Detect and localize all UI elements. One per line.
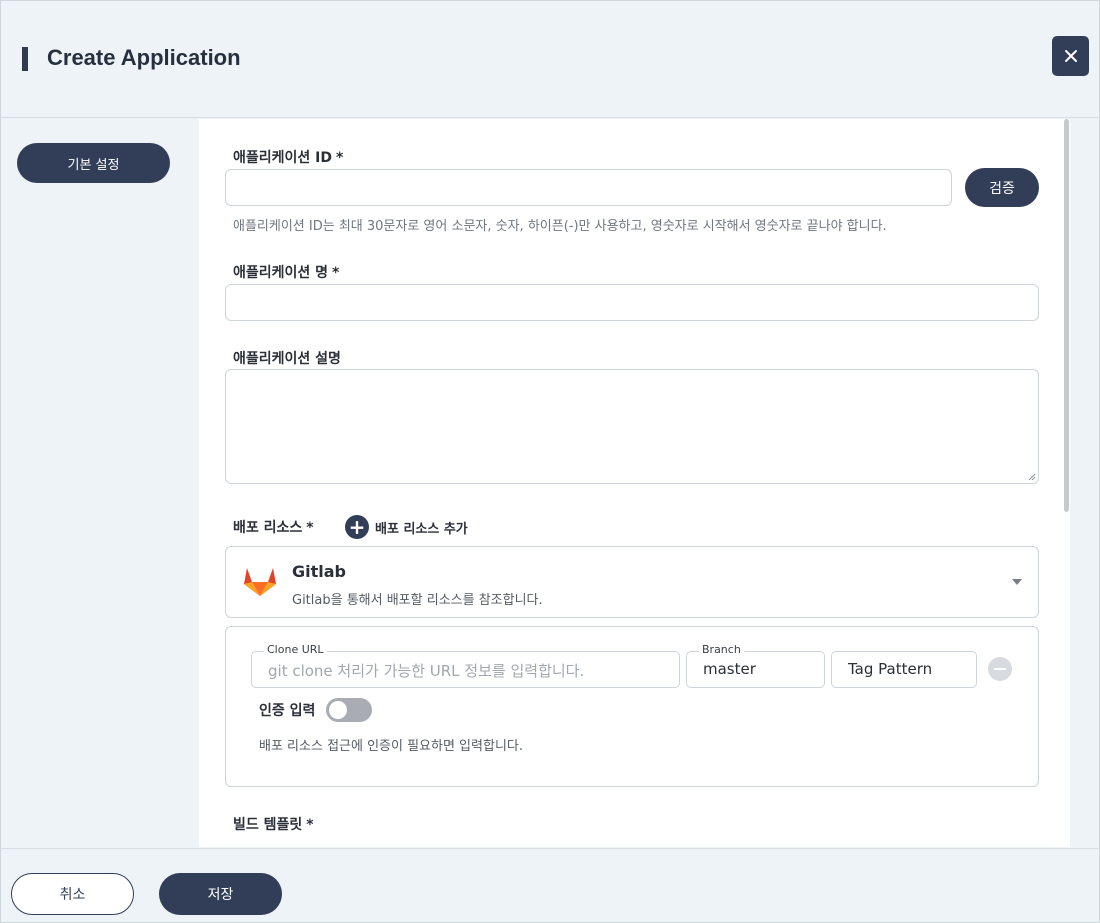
- auth-hint: 배포 리소스 접근에 인증이 필요하면 입력합니다.: [259, 739, 523, 754]
- app-id-input[interactable]: [225, 169, 952, 206]
- source-description: Gitlab을 통해서 배포할 리소스를 참조합니다.: [292, 593, 543, 608]
- close-icon: [1064, 50, 1077, 62]
- app-name-input[interactable]: [225, 284, 1039, 321]
- scroll-thumb[interactable]: [1064, 119, 1069, 512]
- sidebar: 기본 설정: [1, 119, 199, 849]
- add-deploy-resource-button[interactable]: + 배포 리소스 추가: [345, 515, 468, 539]
- gitlab-icon: [244, 568, 276, 596]
- required-mark: *: [332, 265, 340, 281]
- required-mark: *: [306, 817, 314, 833]
- app-id-label: 애플리케이션 ID *: [233, 147, 343, 167]
- sidebar-item-basic-settings[interactable]: 기본 설정: [17, 143, 170, 183]
- tag-pattern-field[interactable]: Tag Pattern: [831, 651, 977, 688]
- app-id-hint: 애플리케이션 ID는 최대 30문자로 영어 소문자, 숫자, 하이픈(-)만 …: [233, 219, 887, 234]
- remove-resource-button[interactable]: [988, 657, 1012, 681]
- app-description-textarea[interactable]: [225, 369, 1039, 484]
- tag-pattern-placeholder: Tag Pattern: [848, 660, 933, 678]
- form-content: 애플리케이션 ID * 검증 애플리케이션 ID는 최대 30문자로 영어 소문자…: [199, 119, 1069, 847]
- modal-footer: 취소 저장: [1, 848, 1099, 922]
- build-template-label: 빌드 템플릿 *: [233, 814, 314, 834]
- branch-value: master: [703, 660, 756, 678]
- app-name-label-text: 애플리케이션 명: [233, 265, 329, 281]
- add-deploy-resource-label: 배포 리소스 추가: [375, 521, 468, 537]
- app-id-label-text: 애플리케이션 ID: [233, 150, 332, 166]
- build-template-label-text: 빌드 템플릿: [233, 817, 303, 833]
- repository-config: Clone URL git clone 처리가 가능한 URL 정보를 입력합니…: [225, 626, 1039, 787]
- required-mark: *: [335, 150, 344, 166]
- source-title: Gitlab: [292, 562, 346, 581]
- create-application-modal: Create Application 기본 설정 애플리케이션 ID * 검증 애…: [0, 0, 1100, 923]
- clone-url-placeholder: git clone 처리가 가능한 URL 정보를 입력합니다.: [268, 662, 585, 680]
- resize-grip-icon[interactable]: [1028, 473, 1036, 481]
- minus-icon: [994, 668, 1006, 670]
- deploy-resource-label-text: 배포 리소스: [233, 520, 303, 536]
- branch-field[interactable]: Branch master: [686, 643, 825, 688]
- auth-toggle[interactable]: [326, 698, 372, 722]
- close-button[interactable]: [1052, 36, 1089, 76]
- title-accent-bar: [22, 47, 28, 71]
- auth-input-label: 인증 입력: [259, 703, 316, 719]
- plus-icon: +: [345, 515, 369, 539]
- chevron-down-icon: [1012, 579, 1022, 585]
- page-title: Create Application: [47, 45, 241, 70]
- app-description-label: 애플리케이션 설명: [233, 351, 341, 367]
- modal-header: Create Application: [1, 1, 1099, 118]
- app-name-label: 애플리케이션 명 *: [233, 262, 339, 282]
- branch-legend: Branch: [699, 643, 744, 656]
- required-mark: *: [306, 520, 314, 536]
- cancel-button[interactable]: 취소: [11, 873, 134, 915]
- save-button[interactable]: 저장: [159, 873, 282, 915]
- content-scrollbar[interactable]: [1062, 119, 1070, 847]
- deploy-resource-label: 배포 리소스 *: [233, 517, 314, 537]
- toggle-knob: [329, 701, 347, 719]
- clone-url-legend: Clone URL: [264, 643, 327, 656]
- verify-button[interactable]: 검증: [965, 168, 1039, 207]
- deploy-source-select[interactable]: Gitlab Gitlab을 통해서 배포할 리소스를 참조합니다.: [225, 546, 1039, 618]
- clone-url-field[interactable]: Clone URL git clone 처리가 가능한 URL 정보를 입력합니…: [251, 643, 680, 688]
